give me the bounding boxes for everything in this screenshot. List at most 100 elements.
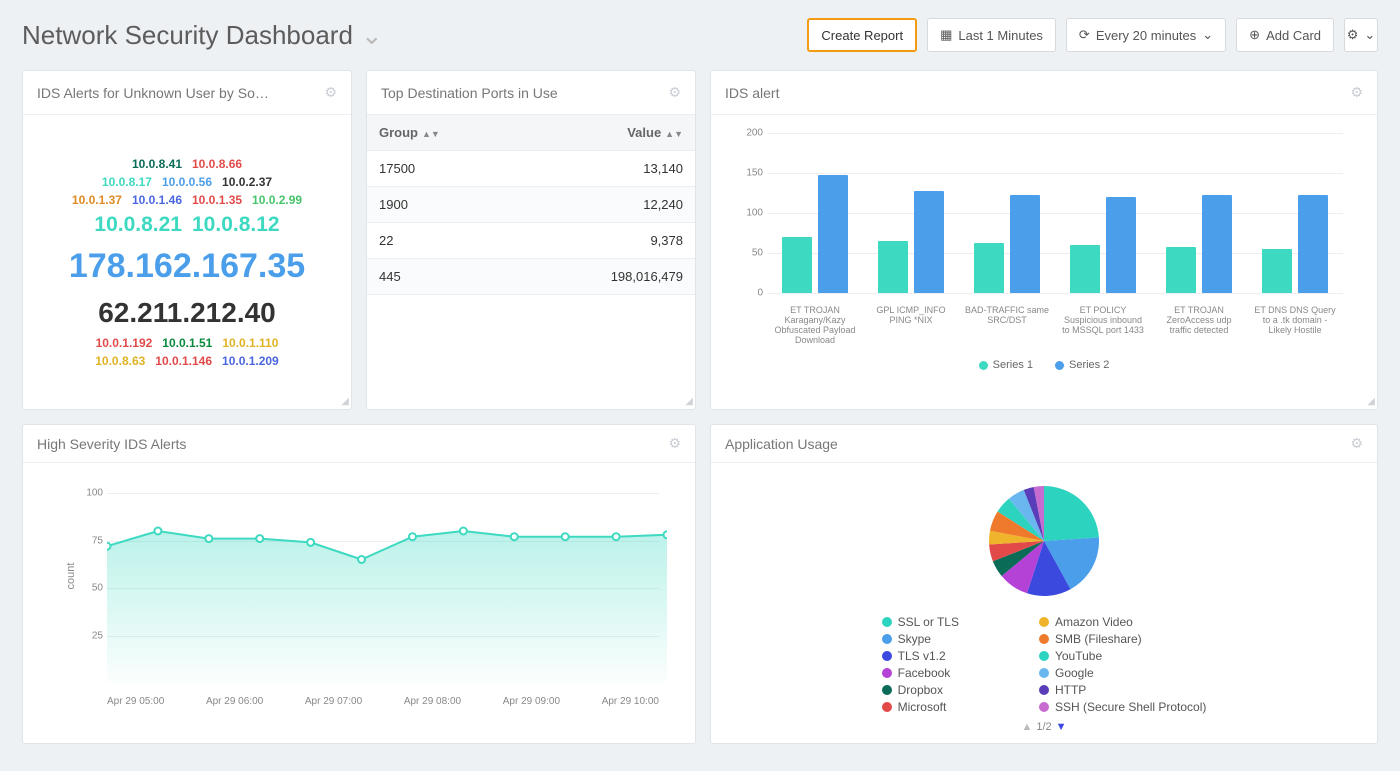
bar[interactable] bbox=[1202, 195, 1232, 293]
gear-icon[interactable]: ⚙ bbox=[1350, 84, 1363, 101]
column-header-value[interactable]: Value▲▼ bbox=[521, 115, 695, 151]
card-title: High Severity IDS Alerts bbox=[37, 436, 668, 452]
gear-icon[interactable]: ⚙ bbox=[668, 84, 681, 101]
wordcloud-ip[interactable]: 10.0.8.41 bbox=[132, 155, 182, 173]
add-card-button[interactable]: ⊕ Add Card bbox=[1236, 18, 1334, 52]
data-point[interactable] bbox=[154, 528, 161, 535]
legend-item[interactable]: Skype bbox=[882, 632, 959, 646]
settings-button[interactable]: ⚙ ⌄ bbox=[1344, 18, 1378, 52]
data-point[interactable] bbox=[107, 543, 111, 550]
timerange-button[interactable]: ▦ Last 1 Minutes bbox=[927, 18, 1056, 52]
wordcloud-ip[interactable]: 178.162.167.35 bbox=[69, 241, 305, 292]
data-point[interactable] bbox=[562, 533, 569, 540]
wordcloud: 10.0.8.4110.0.8.6610.0.8.1710.0.0.5610.0… bbox=[37, 125, 337, 370]
wordcloud-ip[interactable]: 10.0.1.51 bbox=[162, 334, 212, 352]
page-title[interactable]: Network Security Dashboard ⌄ bbox=[22, 20, 807, 51]
table-row[interactable]: 1750013,140 bbox=[367, 151, 695, 187]
card-title: Top Destination Ports in Use bbox=[381, 85, 668, 101]
legend-item[interactable]: Google bbox=[1039, 666, 1206, 680]
bar[interactable] bbox=[818, 175, 848, 293]
plus-icon: ⊕ bbox=[1249, 27, 1260, 43]
legend-item[interactable]: YouTube bbox=[1039, 649, 1206, 663]
bar[interactable] bbox=[1106, 197, 1136, 293]
data-point[interactable] bbox=[511, 533, 518, 540]
calendar-icon: ▦ bbox=[940, 27, 952, 43]
legend-item[interactable]: Facebook bbox=[882, 666, 959, 680]
chevron-down-icon: ⌄ bbox=[361, 20, 383, 51]
data-point[interactable] bbox=[358, 556, 365, 563]
legend-item[interactable]: Amazon Video bbox=[1039, 615, 1206, 629]
ids-bar-chart: 050100150200ET TROJAN Karagany/Kazy Obfu… bbox=[725, 125, 1363, 375]
wordcloud-ip[interactable]: 10.0.1.37 bbox=[72, 191, 122, 209]
legend-item[interactable]: TLS v1.2 bbox=[882, 649, 959, 663]
application-usage-pie-chart bbox=[984, 481, 1104, 601]
legend-item[interactable]: Series 1 bbox=[979, 359, 1033, 371]
bar[interactable] bbox=[782, 237, 812, 293]
chevron-down-icon: ⌄ bbox=[1202, 27, 1213, 43]
chevron-down-icon: ⌄ bbox=[1364, 27, 1375, 43]
wordcloud-ip[interactable]: 10.0.0.56 bbox=[162, 173, 212, 191]
table-row[interactable]: 190012,240 bbox=[367, 187, 695, 223]
wordcloud-ip[interactable]: 10.0.1.209 bbox=[222, 352, 279, 370]
triangle-down-icon[interactable]: ▼ bbox=[1056, 721, 1067, 733]
data-point[interactable] bbox=[460, 528, 467, 535]
data-point[interactable] bbox=[409, 533, 416, 540]
bar[interactable] bbox=[1010, 195, 1040, 293]
gear-icon[interactable]: ⚙ bbox=[324, 84, 337, 101]
wordcloud-ip[interactable]: 10.0.1.46 bbox=[132, 191, 182, 209]
clock-icon: ⟳ bbox=[1079, 27, 1090, 43]
wordcloud-ip[interactable]: 10.0.8.63 bbox=[95, 352, 145, 370]
card-top-destination-ports: Top Destination Ports in Use ⚙ Group▲▼ V… bbox=[366, 70, 696, 410]
bar[interactable] bbox=[1166, 247, 1196, 293]
wordcloud-ip[interactable]: 10.0.1.35 bbox=[192, 191, 242, 209]
refresh-interval-button[interactable]: ⟳ Every 20 minutes ⌄ bbox=[1066, 18, 1226, 52]
resize-handle[interactable]: ◢ bbox=[1367, 396, 1375, 407]
y-axis-label: count bbox=[65, 563, 77, 590]
data-point[interactable] bbox=[205, 535, 212, 542]
legend-item[interactable]: HTTP bbox=[1039, 683, 1206, 697]
bar[interactable] bbox=[1070, 245, 1100, 293]
wordcloud-ip[interactable]: 10.0.1.192 bbox=[96, 334, 153, 352]
wordcloud-ip[interactable]: 10.0.2.99 bbox=[252, 191, 302, 209]
create-report-button[interactable]: Create Report bbox=[807, 18, 917, 52]
legend-item[interactable]: SMB (Fileshare) bbox=[1039, 632, 1206, 646]
table-row[interactable]: 229,378 bbox=[367, 223, 695, 259]
toolbar: Create Report ▦ Last 1 Minutes ⟳ Every 2… bbox=[807, 18, 1378, 52]
data-point[interactable] bbox=[256, 535, 263, 542]
gear-icon[interactable]: ⚙ bbox=[668, 435, 681, 452]
legend-pager[interactable]: ▲ 1/2 ▼ bbox=[1021, 721, 1066, 733]
bar[interactable] bbox=[914, 191, 944, 293]
data-point[interactable] bbox=[664, 531, 668, 538]
legend-item[interactable]: SSL or TLS bbox=[882, 615, 959, 629]
bar[interactable] bbox=[1262, 249, 1292, 293]
resize-handle[interactable]: ◢ bbox=[341, 396, 349, 407]
wordcloud-ip[interactable]: 10.0.8.21 bbox=[94, 209, 182, 241]
data-point[interactable] bbox=[307, 539, 314, 546]
wordcloud-ip[interactable]: 10.0.8.12 bbox=[192, 209, 280, 241]
table-row[interactable]: 445198,016,479 bbox=[367, 259, 695, 295]
wordcloud-ip[interactable]: 10.0.1.110 bbox=[222, 334, 278, 352]
legend-item[interactable]: Dropbox bbox=[882, 683, 959, 697]
gear-icon[interactable]: ⚙ bbox=[1350, 435, 1363, 452]
resize-handle[interactable]: ◢ bbox=[685, 396, 693, 407]
legend-item[interactable]: Microsoft bbox=[882, 700, 959, 714]
legend-item[interactable]: SSH (Secure Shell Protocol) bbox=[1039, 700, 1206, 714]
card-title: IDS alert bbox=[725, 85, 1350, 101]
bar[interactable] bbox=[1298, 195, 1328, 293]
bar[interactable] bbox=[878, 241, 908, 293]
column-header-group[interactable]: Group▲▼ bbox=[367, 115, 521, 151]
pie-legend: SSL or TLS Skype TLS v1.2 Facebook Dropbox Mi… bbox=[882, 615, 1207, 717]
sort-icon: ▲▼ bbox=[422, 129, 440, 139]
gear-icon: ⚙ bbox=[1347, 27, 1359, 43]
wordcloud-ip[interactable]: 10.0.2.37 bbox=[222, 173, 272, 191]
wordcloud-ip[interactable]: 10.0.8.17 bbox=[102, 173, 152, 191]
wordcloud-ip[interactable]: 10.0.8.66 bbox=[192, 155, 242, 173]
legend-item[interactable]: Series 2 bbox=[1055, 359, 1109, 371]
card-high-severity-area: High Severity IDS Alerts ⚙ 255075100coun… bbox=[22, 424, 696, 744]
bar[interactable] bbox=[974, 243, 1004, 293]
pie-slice[interactable] bbox=[1044, 486, 1099, 541]
wordcloud-ip[interactable]: 10.0.1.146 bbox=[155, 352, 212, 370]
ports-table: Group▲▼ Value▲▼ 1750013,140190012,240229… bbox=[367, 115, 695, 295]
wordcloud-ip[interactable]: 62.211.212.40 bbox=[98, 292, 276, 334]
data-point[interactable] bbox=[613, 533, 620, 540]
